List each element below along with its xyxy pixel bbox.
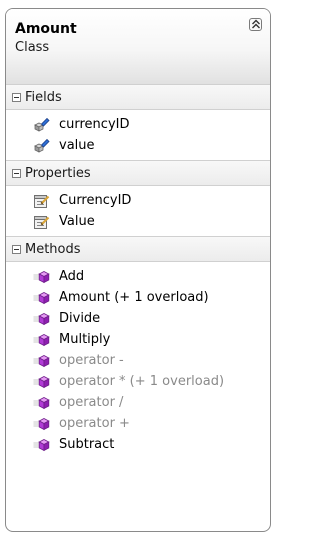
method-icon: [33, 416, 50, 432]
properties-member[interactable]: CurrencyID: [6, 190, 270, 211]
properties-list: CurrencyID Value: [6, 186, 270, 236]
methods-list: Add Amount (+ 1 overload) Divide Multiply op…: [6, 262, 270, 459]
method-icon: [33, 332, 50, 348]
method-icon: [33, 395, 50, 411]
double-chevron-up-icon[interactable]: [249, 18, 262, 31]
fields-header[interactable]: Fields: [6, 84, 270, 110]
properties-title: Properties: [25, 165, 91, 181]
properties-section: Properties CurrencyID Value: [6, 160, 270, 236]
method-icon: [33, 437, 50, 453]
methods-member[interactable]: Divide: [6, 308, 270, 329]
class-box: Amount Class Fields currencyID value Prop…: [5, 8, 271, 532]
method-icon: [33, 353, 50, 369]
methods-member[interactable]: Multiply: [6, 329, 270, 350]
method-icon: [33, 290, 50, 306]
fields-member[interactable]: currencyID: [6, 114, 270, 135]
property-icon: [33, 193, 50, 209]
methods-member[interactable]: operator * (+ 1 overload): [6, 371, 270, 392]
property-icon: [33, 214, 50, 230]
methods-section: Methods Add Amount (+ 1 overload) Divide Mu…: [6, 236, 270, 459]
method-icon: [33, 311, 50, 327]
fields-title: Fields: [25, 89, 62, 105]
member-label: Add: [59, 269, 85, 284]
collapse-toggle-icon[interactable]: [12, 92, 21, 102]
member-label: operator /: [59, 395, 124, 410]
member-label: operator -: [59, 353, 124, 368]
properties-member[interactable]: Value: [6, 211, 270, 232]
field-icon: [33, 117, 50, 133]
class-header: Amount Class: [6, 9, 270, 84]
method-icon: [33, 269, 50, 285]
methods-member[interactable]: operator -: [6, 350, 270, 371]
member-label: Value: [59, 214, 95, 229]
method-icon: [33, 374, 50, 390]
methods-member[interactable]: Amount (+ 1 overload): [6, 287, 270, 308]
methods-member[interactable]: Add: [6, 266, 270, 287]
methods-member[interactable]: operator +: [6, 413, 270, 434]
class-name: Amount: [15, 21, 77, 37]
fields-list: currencyID value: [6, 110, 270, 160]
class-stereotype: Class: [15, 40, 50, 55]
properties-header[interactable]: Properties: [6, 160, 270, 186]
methods-header[interactable]: Methods: [6, 236, 270, 262]
member-label: Subtract: [59, 437, 115, 452]
collapse-toggle-icon[interactable]: [12, 168, 21, 178]
fields-section: Fields currencyID value: [6, 84, 270, 160]
collapse-toggle-icon[interactable]: [12, 244, 21, 254]
member-label: Multiply: [59, 332, 111, 347]
member-label: operator +: [59, 416, 130, 431]
member-label: value: [59, 138, 95, 153]
member-label: Amount (+ 1 overload): [59, 290, 209, 305]
field-icon: [33, 138, 50, 154]
member-label: operator * (+ 1 overload): [59, 374, 225, 389]
member-label: currencyID: [59, 117, 130, 132]
methods-member[interactable]: operator /: [6, 392, 270, 413]
member-label: CurrencyID: [59, 193, 132, 208]
member-label: Divide: [59, 311, 101, 326]
methods-member[interactable]: Subtract: [6, 434, 270, 455]
methods-title: Methods: [25, 241, 81, 257]
fields-member[interactable]: value: [6, 135, 270, 156]
